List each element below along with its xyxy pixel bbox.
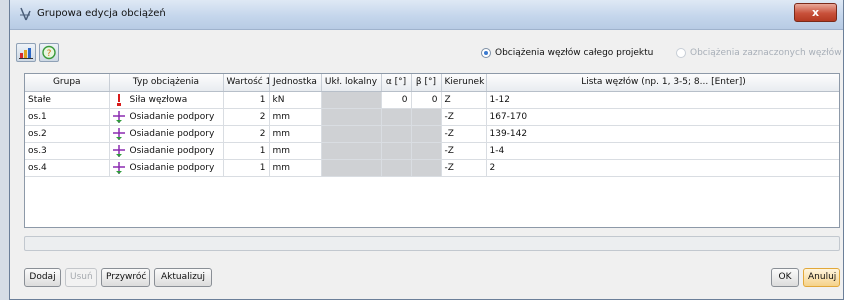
cell-alpha [381, 108, 412, 126]
radio-project-nodes[interactable]: Obciążenia węzłów całego projektu [481, 48, 653, 58]
svg-text:?: ? [47, 49, 52, 59]
cell-direction[interactable]: -Z [441, 125, 487, 143]
force-icon [116, 93, 121, 106]
ok-button[interactable]: OK [771, 268, 799, 287]
col-header-unit[interactable]: Jednostka [269, 74, 322, 92]
radio-indicator-unchecked [676, 48, 686, 58]
help-icon: ? [42, 45, 56, 60]
cell-local-system [321, 91, 382, 109]
cell-unit[interactable]: mm [269, 142, 322, 160]
close-icon: x [811, 6, 820, 19]
radio-selected-nodes: Obciążenia zaznaczonych węzłów [676, 48, 842, 58]
cell-beta[interactable]: 0 [411, 91, 442, 109]
support-settlement-icon [112, 161, 125, 174]
cell-alpha [381, 142, 412, 160]
support-settlement-icon [112, 144, 125, 157]
cell-direction[interactable]: -Z [441, 159, 487, 177]
cell-group[interactable]: Stałe [25, 91, 110, 109]
cell-load-type-label: Osiadanie podpory [129, 128, 215, 139]
cell-direction[interactable]: Z [441, 91, 487, 109]
cell-beta [411, 159, 442, 177]
update-button[interactable]: Aktualizuj [154, 268, 212, 287]
status-bar [24, 236, 840, 251]
cell-value[interactable]: 1 [223, 159, 270, 177]
cell-group[interactable]: os.1 [25, 108, 110, 126]
close-button[interactable]: x [794, 3, 837, 22]
cell-load-type[interactable]: Osiadanie podpory [109, 125, 224, 143]
col-header-value[interactable]: Wartość 1 [223, 74, 270, 92]
cell-beta [411, 142, 442, 160]
loads-table: Grupa Typ obciążenia Wartość 1 Jednostka… [24, 73, 840, 228]
radio-project-label: Obciążenia węzłów całego projektu [495, 48, 654, 58]
cell-value[interactable]: 1 [223, 91, 270, 109]
cell-node-list[interactable]: 1-12 [486, 91, 839, 109]
cell-load-type-label: Osiadanie podpory [129, 145, 215, 156]
title-bar[interactable]: Grupowa edycja obciążeń x [10, 0, 843, 30]
cell-alpha [381, 159, 412, 177]
cell-alpha [381, 125, 412, 143]
add-button[interactable]: Dodaj [24, 268, 61, 287]
cell-local-system [321, 108, 382, 126]
cell-load-type[interactable]: Osiadanie podpory [109, 108, 224, 126]
restore-button[interactable]: Przywróć [101, 268, 150, 287]
col-header-node-list[interactable]: Lista węzłów (np. 1, 3-5; 8... [Enter]) [486, 74, 839, 92]
cell-load-type[interactable]: Osiadanie podpory [109, 159, 224, 177]
cell-load-type-label: Osiadanie podpory [129, 111, 215, 122]
cell-direction[interactable]: -Z [441, 108, 487, 126]
col-header-load-type[interactable]: Typ obciążenia [109, 74, 224, 92]
remove-button: Usuń [65, 268, 97, 287]
cell-unit[interactable]: mm [269, 159, 322, 177]
cell-load-type[interactable]: Osiadanie podpory [109, 142, 224, 160]
cell-load-type[interactable]: Siła węzłowa [109, 91, 224, 109]
table-header-row: Grupa Typ obciążenia Wartość 1 Jednostka… [25, 74, 839, 92]
toolbar: ? Obciążenia węzłów całego projektu Obci… [10, 31, 843, 71]
cell-load-type-label: Osiadanie podpory [129, 162, 215, 173]
table-row[interactable]: os.4 Osiadanie podpory 1 mm -Z 2 [25, 159, 839, 177]
col-header-group[interactable]: Grupa [25, 74, 110, 92]
cell-node-list[interactable]: 2 [486, 159, 839, 177]
cell-unit[interactable]: kN [269, 91, 322, 109]
cell-group[interactable]: os.2 [25, 125, 110, 143]
col-header-alpha[interactable]: α [°] [381, 74, 412, 92]
cell-value[interactable]: 1 [223, 142, 270, 160]
window-title: Grupowa edycja obciążeń [37, 8, 166, 19]
table-row[interactable]: os.3 Osiadanie podpory 1 mm -Z 1-4 [25, 142, 839, 160]
cell-local-system [321, 125, 382, 143]
support-settlement-icon [112, 127, 125, 140]
col-header-direction[interactable]: Kierunek [441, 74, 487, 92]
chart-button[interactable] [16, 43, 36, 62]
col-header-local-system[interactable]: Ukł. lokalny [321, 74, 382, 92]
help-button[interactable]: ? [39, 43, 59, 62]
cell-alpha[interactable]: 0 [381, 91, 412, 109]
app-icon [20, 7, 31, 21]
table-row[interactable]: os.2 Osiadanie podpory 2 mm -Z 139-142 [25, 125, 839, 143]
cell-load-type-label: Siła węzłowa [129, 94, 188, 105]
cell-unit[interactable]: mm [269, 108, 322, 126]
table-row[interactable]: os.1 Osiadanie podpory 2 mm -Z 167-170 [25, 108, 839, 126]
cell-beta [411, 108, 442, 126]
cell-local-system [321, 142, 382, 160]
radio-selected-label: Obciążenia zaznaczonych węzłów [690, 48, 842, 58]
cell-group[interactable]: os.4 [25, 159, 110, 177]
cancel-button[interactable]: Anuluj [803, 268, 840, 287]
cell-node-list[interactable]: 1-4 [486, 142, 839, 160]
cell-group[interactable]: os.3 [25, 142, 110, 160]
radio-indicator-checked[interactable] [481, 48, 491, 58]
cell-node-list[interactable]: 167-170 [486, 108, 839, 126]
bar-chart-icon [19, 48, 33, 59]
cell-value[interactable]: 2 [223, 108, 270, 126]
col-header-beta[interactable]: β [°] [411, 74, 442, 92]
cell-value[interactable]: 2 [223, 125, 270, 143]
support-settlement-icon [112, 110, 125, 123]
cell-direction[interactable]: -Z [441, 142, 487, 160]
cell-local-system [321, 159, 382, 177]
table-row[interactable]: Stałe Siła węzłowa 1 kN 0 0 Z 1-12 [25, 91, 839, 109]
dialog-window: Grupowa edycja obciążeń x ? Obciążenia w… [9, 0, 844, 300]
cell-beta [411, 125, 442, 143]
cell-unit[interactable]: mm [269, 125, 322, 143]
cell-node-list[interactable]: 139-142 [486, 125, 839, 143]
